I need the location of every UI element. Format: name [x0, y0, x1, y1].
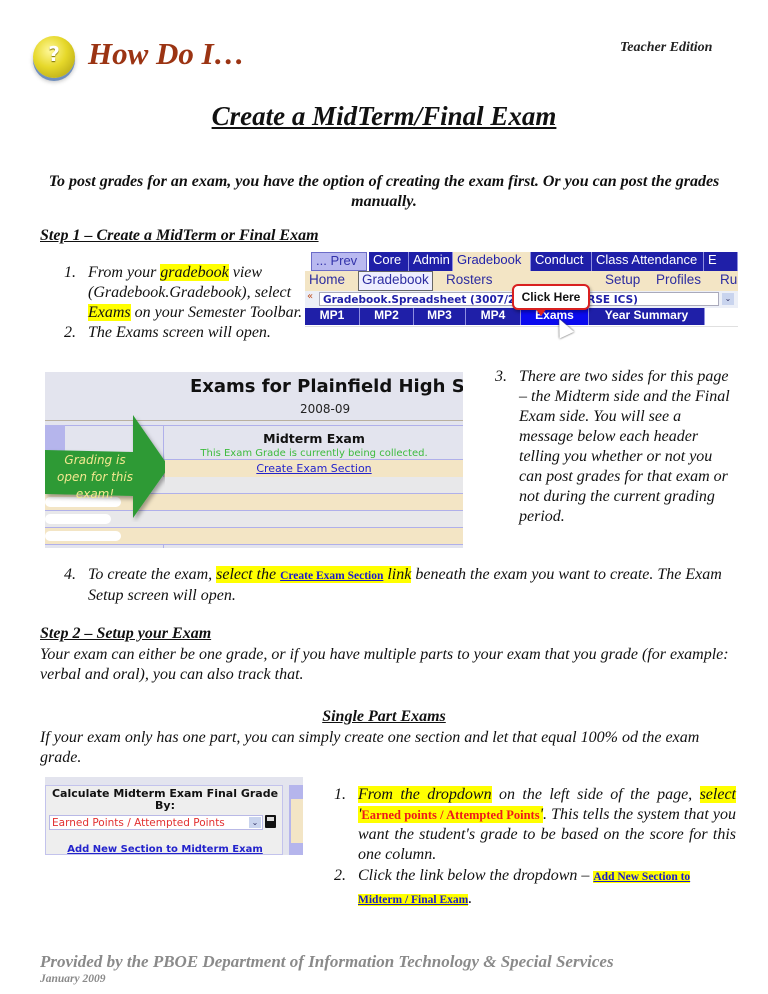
exams-title: Exams for Plainfield High Sch: [190, 376, 463, 397]
redacted-name: [45, 531, 121, 541]
text: From your: [88, 264, 161, 281]
edition-label: Teacher Edition: [620, 40, 713, 55]
text: link: [383, 566, 412, 583]
step1-item-3-list: 3. There are two sides for this page – t…: [495, 367, 735, 527]
create-exam-section-link[interactable]: Create Exam Section: [165, 462, 463, 475]
footer-date: January 2009: [40, 973, 106, 985]
step1-item-4-list: 4. To create the exam, select the Create…: [64, 565, 744, 606]
tab-core[interactable]: Core: [369, 252, 409, 271]
item-number: 4.: [64, 566, 76, 583]
view-select-value: Gradebook.Spreadsheet (3007/2 ... RED CO…: [323, 294, 638, 306]
single-part-paragraph: If your exam only has one part, you can …: [40, 729, 700, 766]
single-part-heading: Single Part Exams: [322, 708, 446, 725]
exams-year: 2008-09: [300, 402, 351, 416]
step1-heading: Step 1 – Create a MidTerm or Final Exam: [40, 227, 319, 244]
click-here-callout: Click Here: [512, 284, 590, 310]
tab-mp3[interactable]: MP3: [414, 308, 466, 325]
subtab-profiles[interactable]: Profiles: [656, 272, 701, 290]
logo-glyph: ?: [48, 42, 60, 66]
step1-item-4: 4. To create the exam, select the Create…: [64, 565, 744, 606]
item-number: 2.: [334, 867, 346, 884]
midterm-header: Midterm Exam This Exam Grade is currentl…: [165, 427, 463, 459]
midterm-title: Midterm Exam: [263, 431, 365, 446]
chevron-down-icon[interactable]: ⌄: [722, 293, 734, 305]
calculate-panel: Calculate Midterm Exam Final Grade By: E…: [45, 785, 283, 855]
back-arrow-icon[interactable]: «: [307, 291, 313, 302]
item-number: 2.: [64, 324, 76, 341]
chevron-down-icon[interactable]: ⌄: [249, 817, 261, 828]
calculate-grade-screenshot: Calculate Midterm Exam Final Grade By: E…: [45, 777, 303, 855]
select-value: Earned Points / Attempted Points: [52, 817, 225, 829]
intro-paragraph: To post grades for an exam, you have the…: [48, 173, 720, 210]
callout-tail: [535, 308, 547, 316]
single-part-item-1: 1. From the dropdown on the left side of…: [334, 785, 736, 865]
gradebook-toolbar-screenshot: ... Prev Core Admin Gradebook Conduct Cl…: [305, 252, 738, 341]
course-row: [305, 326, 738, 341]
single-part-item-2: 2. Click the link below the dropdown – A…: [334, 865, 736, 911]
subtab-rosters[interactable]: Rosters: [446, 272, 493, 290]
subtab-gradebook[interactable]: Gradebook: [358, 271, 433, 291]
dropdown-value-text: Earned points / Attempted Points: [361, 808, 540, 822]
single-part-list: 1. From the dropdown on the left side of…: [334, 785, 736, 911]
tab-more[interactable]: E: [704, 252, 738, 271]
subtab-setup[interactable]: Setup: [605, 272, 640, 290]
how-do-i-heading: How Do I…: [88, 36, 245, 71]
highlight-gradebook: gradebook: [160, 264, 229, 281]
grading-open-label: Grading is open for this exam!: [57, 453, 133, 501]
tab-conduct[interactable]: Conduct: [531, 252, 592, 271]
calculation-method-select[interactable]: Earned Points / Attempted Points ⌄: [49, 815, 263, 830]
step1-item-1: 1. From your gradebook view (Gradebook.G…: [64, 263, 304, 323]
side-panel-content: [291, 799, 303, 843]
highlight-dropdown: From the dropdown: [358, 786, 492, 803]
step2-paragraph: Your exam can either be one grade, or if…: [40, 646, 729, 683]
tab-mp4[interactable]: MP4: [466, 308, 521, 325]
tab-prev[interactable]: ... Prev: [311, 252, 367, 271]
tab-class-attendance[interactable]: Class Attendance: [592, 252, 704, 271]
footer-provider: Provided by the PBOE Department of Infor…: [40, 952, 614, 971]
text: on your Semester Toolbar.: [130, 304, 303, 321]
midterm-status: This Exam Grade is currently being colle…: [200, 448, 428, 459]
question-mark-icon: ?: [33, 36, 75, 78]
subtab-home[interactable]: Home: [309, 272, 345, 290]
text: .: [468, 890, 473, 907]
item-number: 3.: [495, 368, 507, 385]
tab-mp1[interactable]: MP1: [305, 308, 360, 325]
text: Click the link below the dropdown –: [358, 867, 594, 884]
add-new-section-link[interactable]: Add New Section to Midterm Exam: [46, 844, 284, 855]
page-title: Create a MidTerm/Final Exam: [211, 101, 557, 131]
item-number: 1.: [64, 264, 76, 281]
text: There are two sides for this page – the …: [519, 368, 730, 525]
step1-item-3: 3. There are two sides for this page – t…: [495, 367, 735, 527]
tab-mp2[interactable]: MP2: [360, 308, 414, 325]
step2-heading: Step 2 – Setup your Exam: [40, 625, 212, 642]
tab-year-summary[interactable]: Year Summary: [589, 308, 705, 325]
tab-gradebook[interactable]: Gradebook: [453, 252, 531, 271]
step1-item-2: 2. The Exams screen will open.: [64, 323, 304, 343]
text: select the: [216, 566, 281, 583]
step1-list: 1. From your gradebook view (Gradebook.G…: [64, 263, 304, 343]
create-exam-section-inline-link[interactable]: Create Exam Section: [280, 570, 383, 582]
item-number: 1.: [334, 786, 346, 803]
text: To create the exam,: [88, 566, 217, 583]
semester-toolbar: MP1 MP2 MP3 MP4 Exams Year Summary: [305, 308, 705, 325]
calculate-title: Calculate Midterm Exam Final Grade By:: [51, 787, 279, 812]
subtab-rubrics[interactable]: Rub: [720, 272, 738, 290]
tab-admin[interactable]: Admin: [409, 252, 453, 271]
module-tabs: ... Prev Core Admin Gradebook Conduct Cl…: [305, 252, 738, 271]
exams-screen-screenshot: Exams for Plainfield High Sch 2008-09 Mi…: [45, 372, 463, 548]
highlight-exams: Exams: [88, 304, 131, 321]
floppy-disk-icon[interactable]: [265, 815, 276, 828]
text: The Exams screen will open.: [88, 324, 271, 341]
highlight-select-link: select the Create Exam Section link: [216, 566, 412, 583]
text: on the left side of the page,: [491, 786, 700, 803]
